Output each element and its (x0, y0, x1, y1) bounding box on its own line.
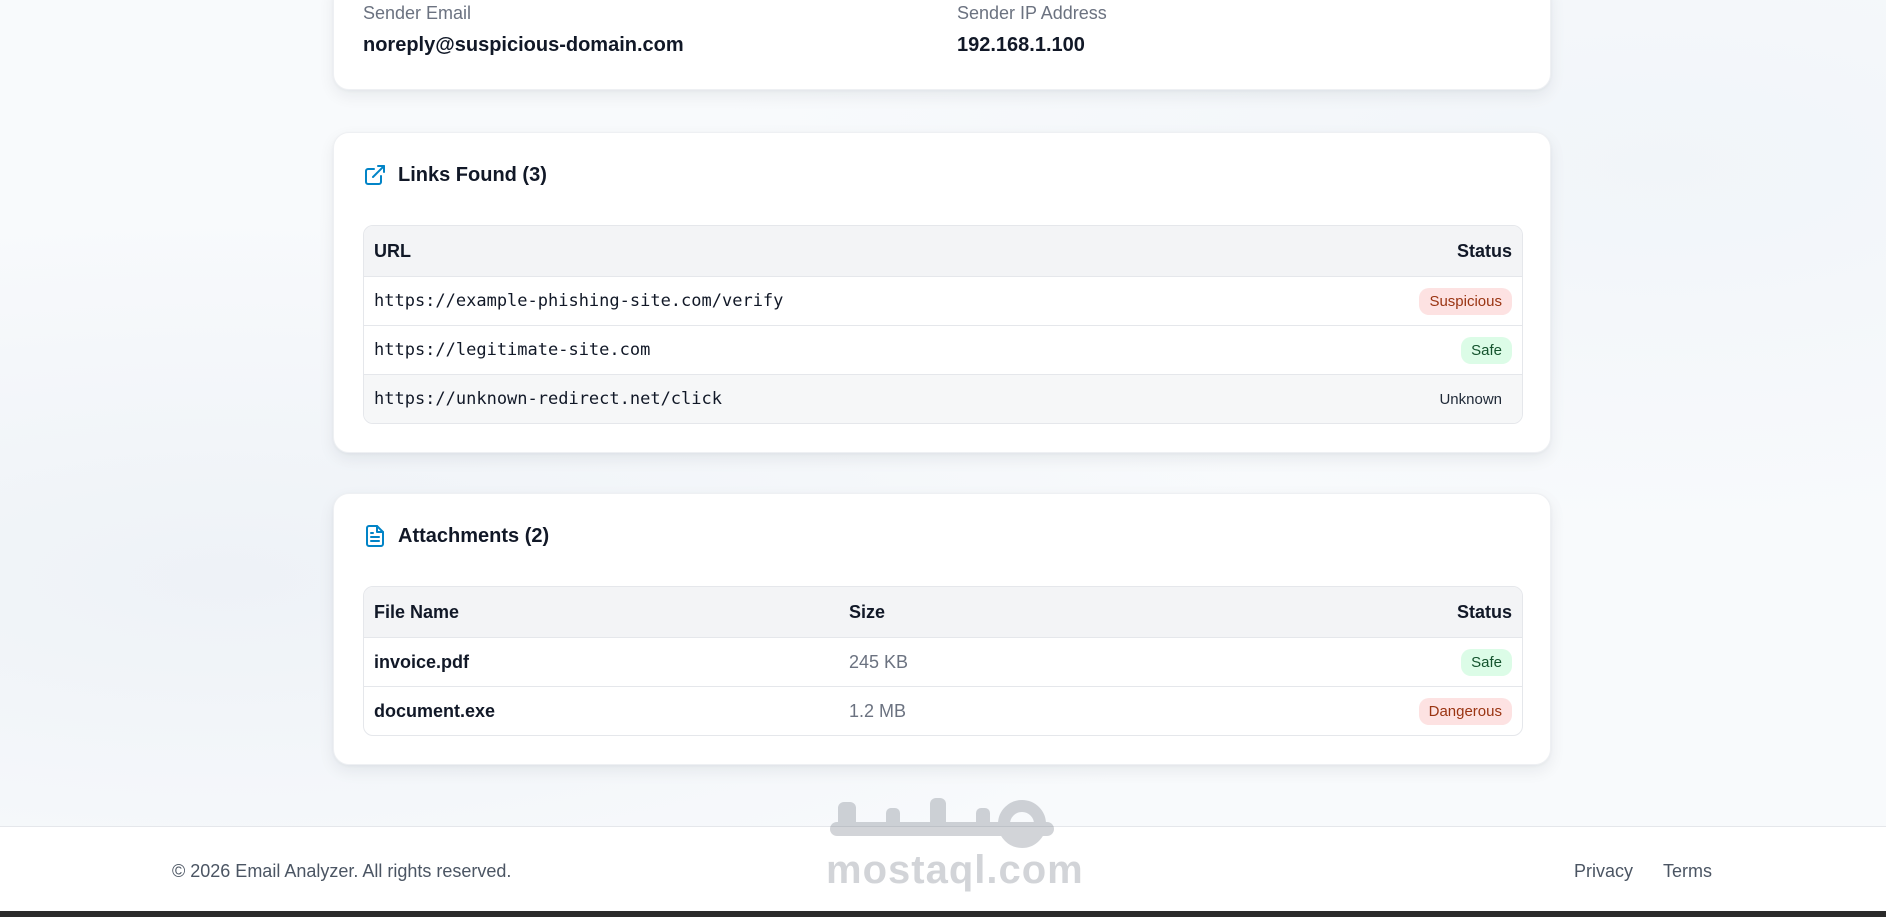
table-row: document.exe 1.2 MB Dangerous (364, 686, 1522, 735)
sender-ip-value: 192.168.1.100 (957, 34, 1085, 56)
window-bottom-bar (0, 911, 1886, 917)
copyright-text: © 2026 Email Analyzer. All rights reserv… (172, 861, 512, 881)
file-name-column-header: File Name (374, 601, 460, 622)
size-column-header: Size (849, 601, 886, 622)
file-size: 1.2 MB (849, 700, 907, 721)
sender-email-field: Sender Email noreply@suspicious-domain.c… (363, 3, 684, 57)
status-badge: Dangerous (1418, 697, 1512, 725)
attachments-title: Attachments (2) (398, 524, 550, 547)
attachments-table: File Name Size Status invoice.pdf 245 KB… (363, 586, 1523, 736)
table-row: https://example-phishing-site.com/verify… (364, 276, 1522, 325)
attachments-card-header: Attachments (2) (363, 524, 549, 548)
links-table-header: URL Status (364, 226, 1522, 276)
sender-info-card: Sender Email noreply@suspicious-domain.c… (333, 0, 1551, 90)
external-link-icon (365, 165, 385, 185)
status-column-header: Status (1456, 240, 1512, 261)
table-row: https://unknown-redirect.net/click Unkno… (364, 374, 1522, 423)
table-row: invoice.pdf 245 KB Safe (364, 637, 1522, 686)
status-badge: Unknown (1439, 390, 1502, 408)
sender-ip-label: Sender IP Address (957, 3, 1107, 23)
link-url[interactable]: https://example-phishing-site.com/verify (374, 291, 1419, 311)
links-title: Links Found (3) (398, 163, 547, 186)
sender-email-label: Sender Email (363, 3, 472, 23)
link-url[interactable]: https://unknown-redirect.net/click (374, 389, 1429, 409)
terms-link[interactable]: Terms (1663, 861, 1712, 882)
file-name: invoice.pdf (374, 651, 470, 672)
links-card-header: Links Found (3) (363, 163, 547, 187)
sender-email-value: noreply@suspicious-domain.com (363, 34, 684, 56)
link-url[interactable]: https://legitimate-site.com (374, 340, 1461, 360)
status-column-header: Status (1456, 601, 1512, 622)
status-badge: Safe (1461, 648, 1512, 676)
file-size: 245 KB (849, 651, 909, 672)
watermark-text: mostaql.com (826, 848, 1084, 892)
watermark: mostaql.com (826, 792, 1084, 893)
attachments-table-header: File Name Size Status (364, 587, 1522, 637)
footer-links: Privacy Terms (1574, 861, 1712, 882)
file-text-icon (366, 525, 384, 547)
sender-ip-field: Sender IP Address 192.168.1.100 (957, 3, 1107, 57)
status-badge: Safe (1461, 336, 1512, 364)
privacy-link[interactable]: Privacy (1574, 861, 1633, 882)
table-row: https://legitimate-site.com Safe (364, 325, 1522, 374)
links-table: URL Status https://example-phishing-site… (363, 225, 1523, 424)
url-column-header: URL (374, 240, 411, 261)
file-name: document.exe (374, 700, 496, 721)
mostaql-logo-icon (830, 798, 1054, 848)
status-badge: Suspicious (1419, 287, 1512, 315)
attachments-card: Attachments (2) File Name Size Status in… (333, 493, 1551, 765)
links-card: Links Found (3) URL Status https://examp… (333, 132, 1551, 453)
